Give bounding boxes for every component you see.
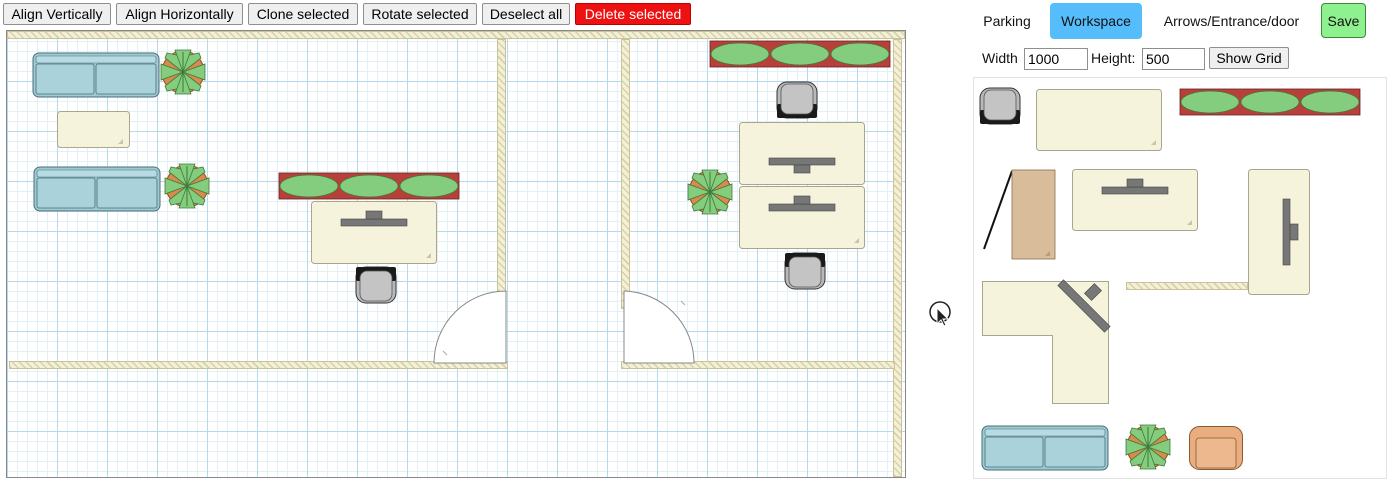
wall-room2-left[interactable] <box>621 39 630 309</box>
plant-icon[interactable] <box>164 163 211 210</box>
wall-right[interactable] <box>893 39 902 477</box>
chair-icon[interactable] <box>979 87 1022 126</box>
height-label: Height: <box>1091 50 1136 66</box>
floor-plan-canvas[interactable] <box>6 30 906 478</box>
tab-parking[interactable]: Parking <box>973 3 1041 39</box>
align-vertically-button[interactable]: Align Vertically <box>3 3 111 25</box>
chair-icon[interactable] <box>783 251 826 290</box>
planter-row-icon[interactable] <box>1179 88 1362 117</box>
align-horizontally-button[interactable]: Align Horizontally <box>116 3 243 25</box>
small-table-icon[interactable] <box>57 111 131 149</box>
plant-icon[interactable] <box>1125 424 1172 471</box>
sofa-icon[interactable] <box>33 166 162 213</box>
width-input[interactable] <box>1024 48 1088 70</box>
planter-row-icon[interactable] <box>709 40 892 69</box>
cursor-icon <box>929 301 951 327</box>
tab-arrows-entrance-door[interactable]: Arrows/Entrance/door <box>1150 3 1313 39</box>
plant-icon[interactable] <box>160 49 207 96</box>
tab-workspace[interactable]: Workspace <box>1050 3 1142 39</box>
door-swing-icon[interactable] <box>431 289 509 365</box>
workstation-desk-icon[interactable] <box>739 186 867 250</box>
chair-icon[interactable] <box>776 81 819 120</box>
door-icon[interactable] <box>982 169 1058 261</box>
show-grid-button[interactable]: Show Grid <box>1209 47 1289 69</box>
wall-room1-right[interactable] <box>497 39 506 299</box>
delete-selected-button[interactable]: Delete selected <box>575 3 691 25</box>
chair-icon[interactable] <box>354 266 397 304</box>
clone-selected-button[interactable]: Clone selected <box>248 3 358 25</box>
workstation-desk-icon[interactable] <box>311 201 439 265</box>
width-label: Width <box>982 50 1018 66</box>
wall-segment-icon[interactable] <box>1126 282 1248 290</box>
rotate-selected-button[interactable]: Rotate selected <box>363 3 477 25</box>
workstation-desk-icon[interactable] <box>739 122 867 186</box>
workspace-palette <box>973 77 1387 479</box>
height-input[interactable] <box>1142 48 1205 70</box>
desk-icon[interactable] <box>1036 89 1164 153</box>
door-swing-icon[interactable] <box>621 289 697 365</box>
plant-icon[interactable] <box>687 169 734 216</box>
vertical-workstation-icon[interactable] <box>1248 169 1312 297</box>
l-shaped-desk-icon[interactable] <box>982 273 1112 405</box>
armchair-icon[interactable] <box>1189 426 1245 472</box>
sofa-icon[interactable] <box>981 425 1110 472</box>
sofa-icon[interactable] <box>32 52 161 99</box>
save-button[interactable]: Save <box>1321 3 1366 38</box>
planter-row-icon[interactable] <box>278 172 461 201</box>
wall-top[interactable] <box>7 31 905 39</box>
deselect-all-button[interactable]: Deselect all <box>482 3 570 25</box>
workstation-desk-icon[interactable] <box>1072 169 1200 233</box>
